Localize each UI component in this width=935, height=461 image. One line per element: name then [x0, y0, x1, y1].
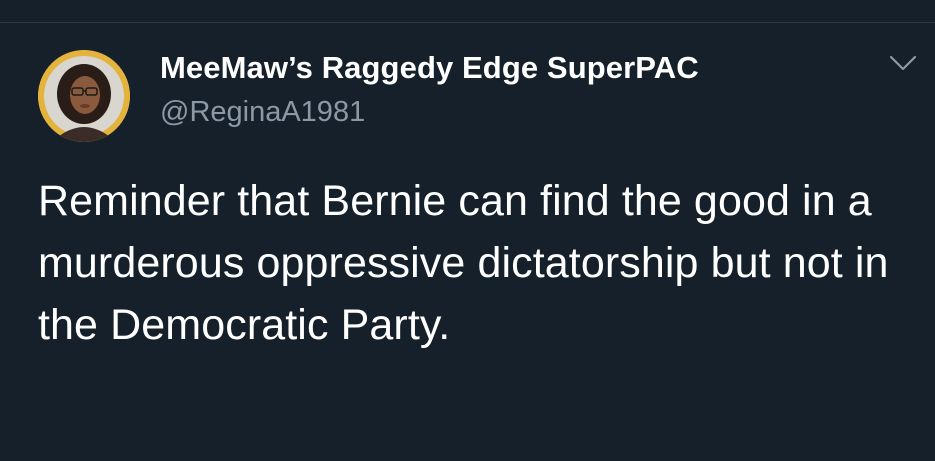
avatar-photo: [38, 50, 130, 142]
tweet-text: Reminder that Bernie can find the good i…: [38, 177, 889, 349]
avatar[interactable]: [38, 50, 130, 142]
chevron-down-icon[interactable]: [887, 52, 919, 76]
author-display-name[interactable]: MeeMaw’s Raggedy Edge SuperPAC: [160, 50, 699, 86]
author-handle[interactable]: @ReginaA1981: [160, 96, 365, 129]
top-divider: [0, 22, 935, 23]
